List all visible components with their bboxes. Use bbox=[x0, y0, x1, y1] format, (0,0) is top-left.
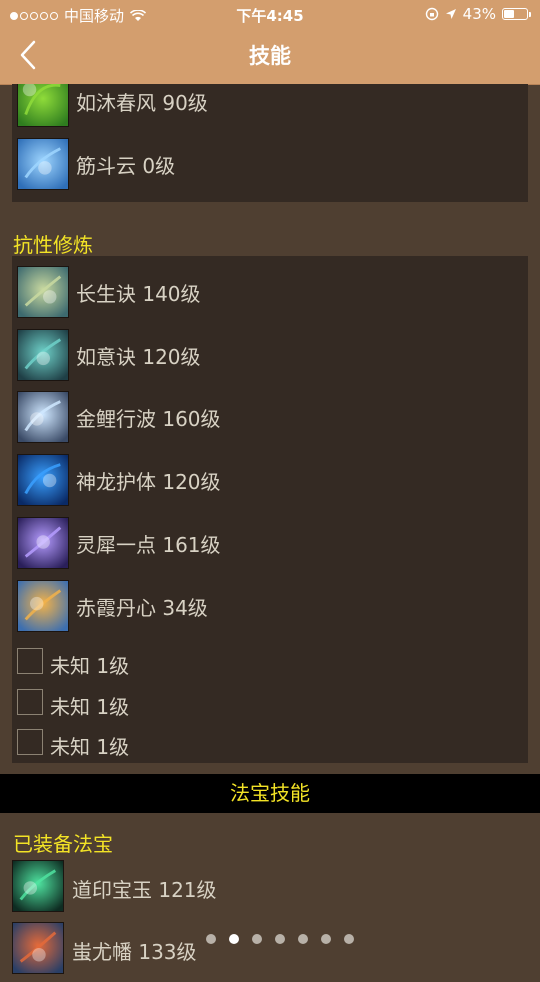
longevity-skill-icon bbox=[17, 266, 69, 318]
skill-label: 赤霞丹心 34级 bbox=[76, 595, 208, 620]
skill-label: 灵犀一点 161级 bbox=[76, 532, 221, 557]
treasure-label: 道印宝玉 121级 bbox=[72, 878, 217, 902]
dragon-guard-skill-icon bbox=[17, 454, 69, 507]
page-dot[interactable] bbox=[275, 934, 285, 944]
empty-skill-slot-icon bbox=[17, 648, 43, 674]
resistance-section-title: 抗性修炼 bbox=[13, 233, 93, 257]
skill-row[interactable]: 灵犀一点 161级 bbox=[12, 512, 528, 572]
skill-label: 未知 1级 bbox=[50, 735, 130, 759]
equipped-treasure-row[interactable]: 蚩尤幡 133级 bbox=[12, 922, 532, 982]
chiyou-banner-treasure-icon bbox=[12, 922, 64, 974]
page-dot[interactable] bbox=[298, 934, 308, 944]
page-dot[interactable] bbox=[229, 934, 239, 944]
skill-label: 如沐春风 90级 bbox=[76, 91, 208, 115]
lingxi-skill-icon bbox=[17, 516, 69, 569]
empty-skill-slot-icon bbox=[17, 688, 43, 715]
skill-row[interactable]: 神龙护体 120级 bbox=[12, 449, 528, 509]
status-right: 43% bbox=[425, 5, 531, 23]
unknown-skill-row[interactable]: 未知 1级 bbox=[12, 681, 528, 721]
unknown-skill-row[interactable]: 未知 1级 bbox=[12, 640, 528, 680]
skill-label: 未知 1级 bbox=[50, 654, 130, 678]
skill-row[interactable]: 赤霞丹心 34级 bbox=[12, 575, 528, 635]
skill-label: 神龙护体 120级 bbox=[76, 470, 221, 495]
skill-row[interactable]: 如意诀 120级 bbox=[12, 324, 528, 384]
jade-seal-treasure-icon bbox=[12, 860, 64, 912]
battery-icon bbox=[502, 8, 531, 20]
somersault-cloud-skill-icon bbox=[17, 138, 69, 190]
status-bar: 中国移动 下午4:45 43% bbox=[0, 0, 540, 28]
skill-label: 金鲤行波 160级 bbox=[76, 407, 221, 432]
skill-row[interactable]: 长生诀 140级 bbox=[12, 261, 528, 321]
skill-label: 未知 1级 bbox=[50, 694, 130, 719]
equipped-section-title: 已装备法宝 bbox=[13, 832, 113, 856]
orientation-lock-icon bbox=[425, 7, 438, 21]
equipped-treasure-row[interactable]: 道印宝玉 121级 bbox=[12, 860, 532, 920]
skill-label: 筋斗云 0级 bbox=[76, 154, 176, 178]
skill-label: 长生诀 140级 bbox=[76, 282, 201, 306]
skill-row[interactable]: 筋斗云 0级 bbox=[12, 133, 528, 193]
page-dot[interactable] bbox=[321, 934, 331, 944]
skills-panel-top: 如沐春风 90级 筋斗云 0级 bbox=[12, 84, 528, 202]
page-title: 技能 bbox=[249, 44, 291, 68]
resistance-panel: 长生诀 140级 如意诀 120级 金鲤行波 160级 神龙护体 120级 灵犀一点 1… bbox=[12, 256, 528, 763]
ruyi-skill-icon bbox=[17, 328, 69, 381]
page-dot[interactable] bbox=[252, 934, 262, 944]
treasure-skills-title: 法宝技能 bbox=[230, 781, 310, 805]
treasure-skills-header: 法宝技能 bbox=[0, 774, 540, 813]
header-bar: 中国移动 下午4:45 43% 技能 bbox=[0, 0, 540, 85]
location-arrow-icon bbox=[445, 9, 456, 19]
golden-carp-skill-icon bbox=[17, 391, 69, 444]
battery-percent: 43% bbox=[462, 5, 496, 23]
skill-row[interactable]: 如沐春风 90级 bbox=[12, 84, 528, 130]
unknown-skill-row[interactable]: 未知 1级 bbox=[12, 721, 528, 761]
skill-label: 如意诀 120级 bbox=[76, 344, 201, 369]
page-dot[interactable] bbox=[206, 934, 216, 944]
page-indicator bbox=[0, 934, 540, 948]
spring-breeze-skill-icon bbox=[17, 84, 69, 127]
skill-row[interactable]: 金鲤行波 160级 bbox=[12, 386, 528, 446]
crimson-cloud-skill-icon bbox=[17, 579, 69, 632]
empty-skill-slot-icon bbox=[17, 729, 43, 755]
page-dot[interactable] bbox=[344, 934, 354, 944]
